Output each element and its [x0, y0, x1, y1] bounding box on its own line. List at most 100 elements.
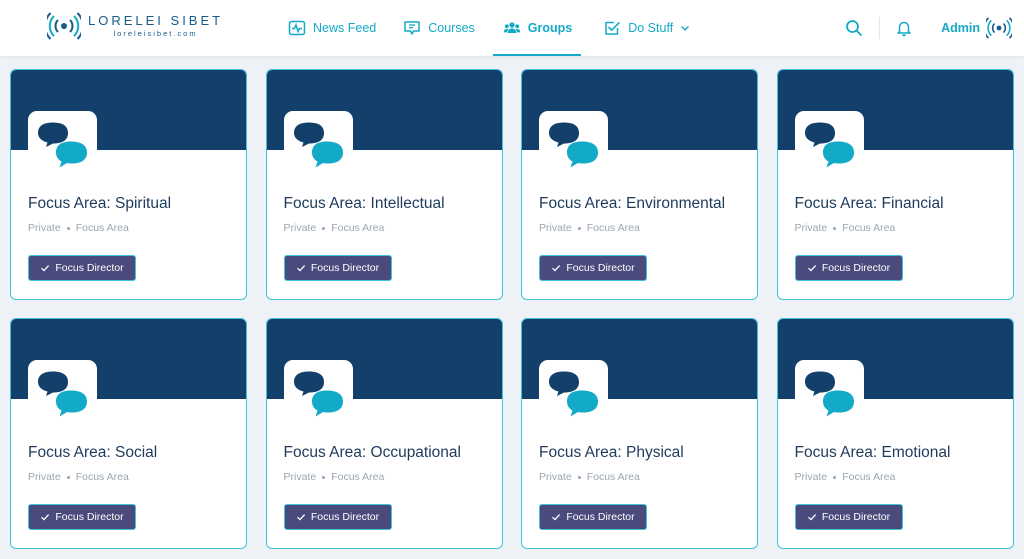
group-meta: Private Focus Area — [795, 471, 896, 483]
nav-groups-label: Groups — [527, 21, 573, 35]
group-role-label: Focus Director — [55, 262, 124, 274]
group-meta: Private Focus Area — [539, 222, 640, 234]
brand-logo[interactable]: LORELEI SIBET loreleisibet.com — [47, 9, 220, 43]
chat-bubbles-icon — [38, 371, 87, 417]
nav-courses[interactable]: Courses — [403, 0, 475, 56]
group-title[interactable]: Focus Area: Occupational — [284, 444, 462, 462]
group-privacy: Private — [28, 222, 61, 234]
group-avatar[interactable] — [539, 360, 608, 429]
group-type: Focus Area — [75, 222, 129, 234]
group-card[interactable]: Focus Area: Occupational Private Focus Ar… — [265, 318, 503, 549]
group-type: Focus Area — [331, 471, 385, 483]
nav-news-feed-label: News Feed — [313, 21, 377, 35]
meta-separator-dot — [577, 226, 581, 230]
group-avatar[interactable] — [539, 111, 608, 180]
chat-bubbles-icon — [293, 122, 343, 168]
chat-bubbles-icon — [549, 122, 598, 168]
user-name[interactable]: Admin — [941, 21, 980, 35]
chat-bubbles-icon — [804, 371, 854, 417]
group-role-button[interactable]: Focus Director — [794, 255, 903, 281]
group-title[interactable]: Focus Area: Emotional — [795, 444, 951, 462]
nav-news-feed[interactable]: News Feed — [288, 0, 376, 56]
group-meta: Private Focus Area — [539, 471, 640, 483]
group-role-button[interactable]: Focus Director — [794, 504, 903, 530]
nav-courses-label: Courses — [428, 21, 475, 35]
chat-bubbles-icon — [549, 371, 598, 417]
group-card[interactable]: Focus Area: Physical Private Focus Area F… — [521, 318, 758, 549]
nav-do-stuff[interactable]: Do Stuff — [603, 0, 690, 56]
chevron-down-icon — [681, 26, 690, 31]
group-privacy: Private — [283, 222, 317, 234]
group-avatar[interactable] — [283, 111, 353, 180]
group-card[interactable]: Focus Area: Environmental Private Focus A… — [521, 69, 758, 300]
header-tools: Admin — [845, 0, 1012, 56]
group-title[interactable]: Focus Area: Social — [28, 444, 157, 462]
group-avatar[interactable] — [283, 360, 353, 429]
group-type: Focus Area — [842, 222, 896, 234]
meta-separator-dot — [322, 475, 326, 479]
nav-do-stuff-label: Do Stuff — [628, 21, 674, 35]
group-card[interactable]: Focus Area: Spiritual Private Focus Area … — [10, 69, 247, 300]
group-avatar[interactable] — [28, 360, 97, 429]
group-card[interactable]: Focus Area: Social Private Focus Area Foc… — [10, 318, 247, 549]
group-role-button[interactable]: Focus Director — [283, 504, 392, 530]
group-privacy: Private — [794, 222, 828, 234]
group-type: Focus Area — [586, 222, 640, 234]
meta-separator-dot — [66, 475, 70, 479]
group-role-label: Focus Director — [55, 511, 124, 523]
main-nav: News Feed Courses Groups Do Stuff — [288, 0, 690, 56]
group-title[interactable]: Focus Area: Physical — [539, 444, 684, 462]
group-privacy: Private — [539, 222, 572, 234]
group-meta: Private Focus Area — [284, 471, 385, 483]
check-icon — [807, 514, 816, 521]
groups-grid: Focus Area: Spiritual Private Focus Area … — [10, 69, 1014, 549]
check-icon — [296, 514, 305, 521]
group-avatar[interactable] — [794, 111, 864, 180]
group-avatar[interactable] — [28, 111, 97, 180]
group-role-button[interactable]: Focus Director — [28, 504, 136, 530]
group-privacy: Private — [28, 471, 61, 483]
group-role-button[interactable]: Focus Director — [28, 255, 136, 281]
group-type: Focus Area — [75, 471, 129, 483]
check-icon — [807, 265, 816, 272]
chat-bubbles-icon — [293, 371, 343, 417]
search-icon[interactable] — [845, 19, 863, 37]
chat-bubbles-icon — [38, 122, 87, 168]
group-role-label: Focus Director — [821, 262, 891, 274]
group-privacy: Private — [794, 471, 828, 483]
group-type: Focus Area — [586, 471, 640, 483]
group-role-button[interactable]: Focus Director — [539, 255, 647, 281]
top-bar: LORELEI SIBET loreleisibet.com News Feed… — [0, 0, 1024, 56]
avatar-broadcast-icon[interactable] — [986, 15, 1012, 41]
group-title[interactable]: Focus Area: Intellectual — [284, 195, 445, 213]
group-title[interactable]: Focus Area: Spiritual — [28, 195, 171, 213]
group-type: Focus Area — [842, 471, 896, 483]
meta-separator-dot — [322, 226, 326, 230]
group-card[interactable]: Focus Area: Intellectual Private Focus Ar… — [265, 69, 503, 300]
meta-separator-dot — [66, 226, 70, 230]
check-icon — [41, 265, 50, 272]
group-role-button[interactable]: Focus Director — [283, 255, 392, 281]
pulse-icon — [288, 20, 306, 36]
chat-bubbles-icon — [804, 122, 854, 168]
bell-icon[interactable] — [895, 19, 913, 37]
group-title[interactable]: Focus Area: Financial — [795, 195, 944, 213]
group-card[interactable]: Focus Area: Financial Private Focus Area … — [776, 69, 1014, 300]
groups-icon — [503, 22, 520, 33]
brand-domain: loreleisibet.com — [113, 29, 198, 38]
group-role-label: Focus Director — [310, 262, 380, 274]
group-privacy: Private — [539, 471, 572, 483]
group-role-label: Focus Director — [566, 511, 635, 523]
checkbox-icon — [605, 21, 621, 35]
group-role-button[interactable]: Focus Director — [539, 504, 647, 530]
group-avatar[interactable] — [794, 360, 864, 429]
group-meta: Private Focus Area — [795, 222, 896, 234]
group-title[interactable]: Focus Area: Environmental — [539, 195, 725, 213]
brand-name: LORELEI SIBET — [88, 13, 224, 28]
nav-groups[interactable]: Groups — [492, 0, 582, 56]
check-icon — [41, 514, 50, 521]
group-meta: Private Focus Area — [28, 222, 129, 234]
check-icon — [552, 514, 561, 521]
group-privacy: Private — [283, 471, 317, 483]
group-card[interactable]: Focus Area: Emotional Private Focus Area … — [776, 318, 1014, 549]
